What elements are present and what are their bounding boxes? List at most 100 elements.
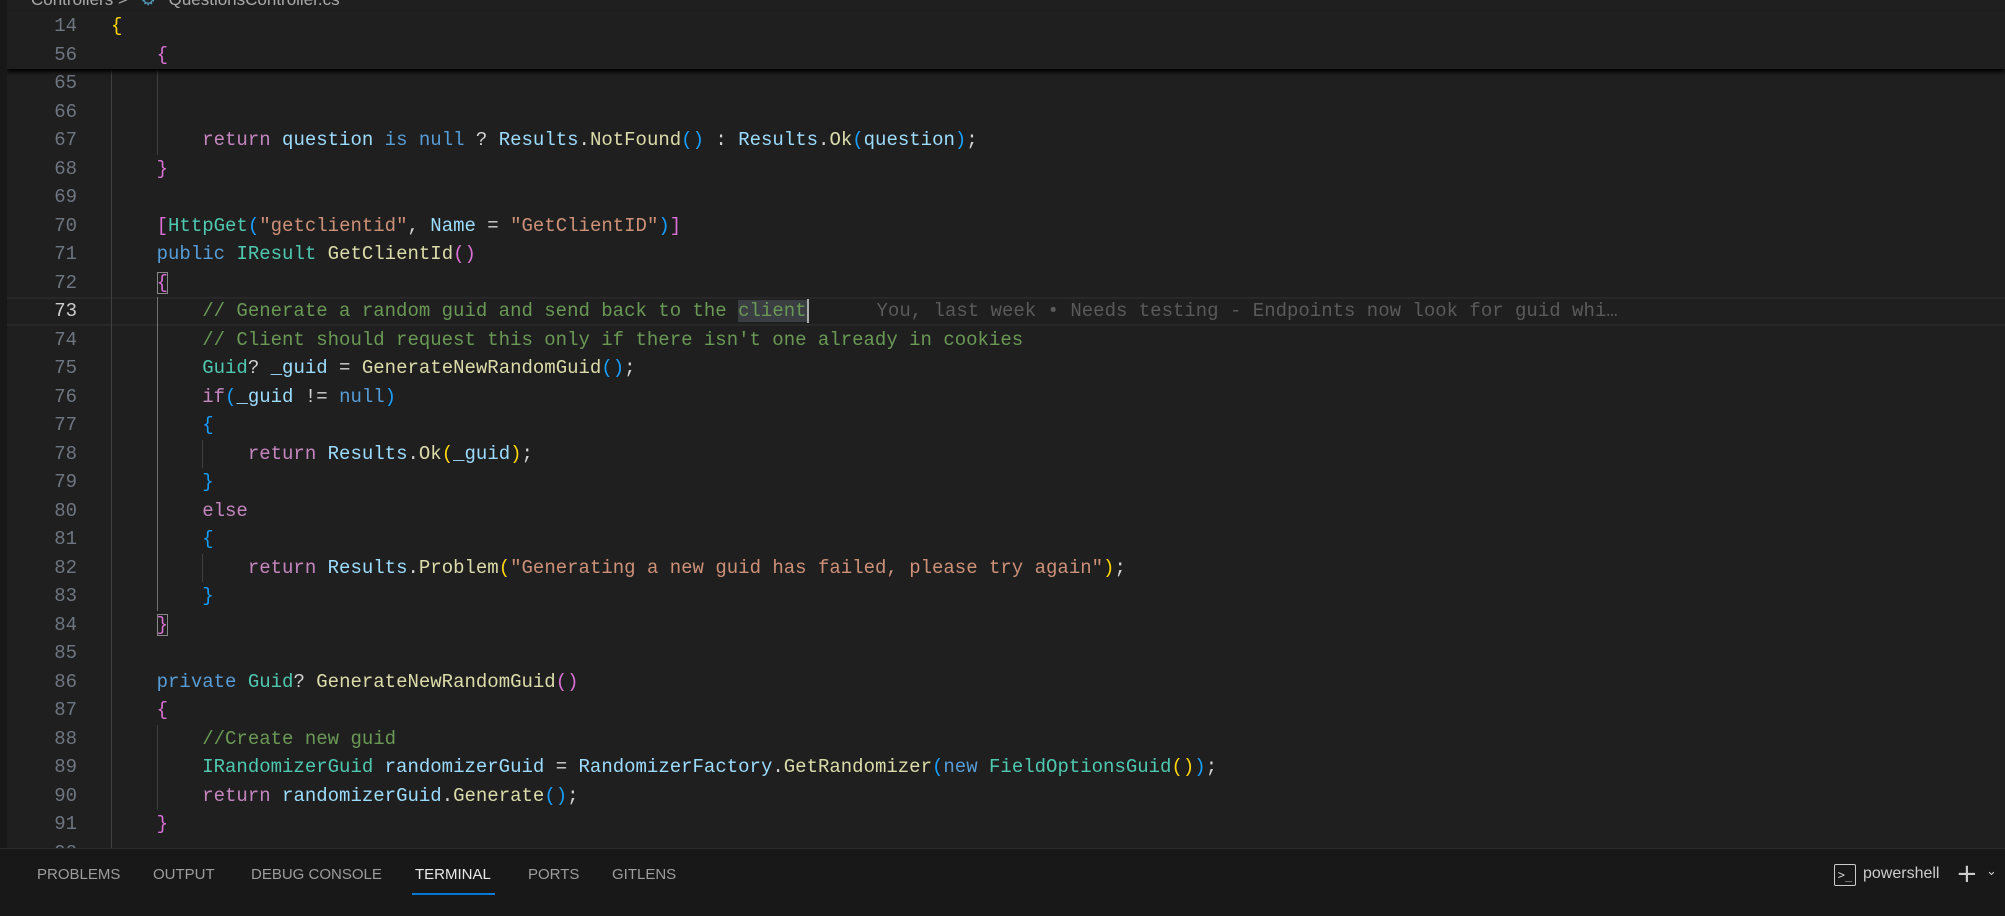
line-number[interactable]: 87 [7, 696, 77, 725]
code-line[interactable]: 77 { [7, 411, 2005, 440]
code-line[interactable]: 79 } [7, 468, 2005, 497]
line-number[interactable]: 75 [7, 354, 77, 383]
line-number[interactable]: 73 [7, 297, 77, 326]
code-line[interactable]: 65 [7, 69, 2005, 98]
code-line[interactable]: 84 } [7, 610, 2005, 640]
line-number[interactable]: 70 [7, 212, 77, 241]
code-text[interactable]: // Generate a random guid and send back … [111, 297, 1618, 326]
code-text[interactable]: } [111, 582, 213, 611]
terminal-icon[interactable]: >_ [1834, 864, 1856, 886]
line-number[interactable]: 79 [7, 468, 77, 497]
line-number[interactable]: 86 [7, 668, 77, 697]
code-line[interactable]: 66 [7, 97, 2005, 127]
code-line[interactable]: 70 [HttpGet("getclientid", Name = "GetCl… [7, 211, 2005, 241]
code-line[interactable]: 71 public IResult GetClientId() [7, 240, 2005, 269]
line-number[interactable]: 89 [7, 753, 77, 782]
code-text[interactable]: { [111, 696, 168, 725]
code-line[interactable]: 14 { [7, 12, 2005, 41]
line-number[interactable]: 65 [7, 69, 77, 98]
code-text[interactable]: { [111, 12, 122, 41]
line-number[interactable]: 78 [7, 440, 77, 469]
code-text[interactable]: Guid? _guid = GenerateNewRandomGuid(); [111, 354, 635, 383]
code-line[interactable]: 91 } [7, 810, 2005, 839]
line-number[interactable]: 77 [7, 411, 77, 440]
line-number[interactable]: 74 [7, 326, 77, 355]
panel-tab-terminal[interactable]: TERMINAL [415, 866, 491, 883]
code-line[interactable]: 56 { [7, 41, 2005, 70]
line-number[interactable]: 85 [7, 639, 77, 668]
panel-tab-ports[interactable]: PORTS [528, 866, 579, 883]
code-text[interactable]: return question is null ? Results.NotFou… [111, 126, 977, 155]
breadcrumb-folder[interactable]: Controllers [31, 0, 113, 9]
line-number[interactable]: 82 [7, 554, 77, 583]
line-number[interactable]: 88 [7, 725, 77, 754]
line-number[interactable]: 14 [7, 12, 77, 41]
line-number[interactable]: 66 [7, 98, 77, 127]
line-number[interactable]: 76 [7, 383, 77, 412]
line-number[interactable]: 71 [7, 240, 77, 269]
code-line[interactable]: 73 // Generate a random guid and send ba… [7, 297, 2005, 326]
line-number[interactable]: 69 [7, 183, 77, 212]
code-line[interactable]: 87 { [7, 696, 2005, 725]
code-line[interactable]: 76 if(_guid != null) [7, 382, 2005, 412]
code-text[interactable]: private Guid? GenerateNewRandomGuid() [111, 668, 579, 697]
code-line[interactable]: 83 } [7, 582, 2005, 611]
line-number[interactable]: 68 [7, 155, 77, 184]
line-number[interactable]: 56 [7, 41, 77, 70]
code-text[interactable]: [HttpGet("getclientid", Name = "GetClien… [111, 212, 682, 241]
code-text[interactable]: { [111, 411, 213, 440]
panel-tab-debug-console[interactable]: DEBUG CONSOLE [251, 866, 382, 883]
code-text[interactable]: else [111, 497, 248, 526]
line-number[interactable]: 80 [7, 497, 77, 526]
line-number[interactable]: 84 [7, 611, 77, 640]
code-text[interactable]: } [111, 611, 169, 640]
code-line[interactable]: 67 return question is null ? Results.Not… [7, 126, 2005, 155]
sticky-scroll[interactable]: 14 {56 { [7, 12, 2005, 69]
line-number[interactable]: 81 [7, 525, 77, 554]
code-text[interactable]: return Results.Problem("Generating a new… [111, 554, 1126, 583]
code-text[interactable]: } [111, 810, 168, 839]
code-text[interactable]: return randomizerGuid.Generate(); [111, 782, 578, 811]
code-line[interactable]: 82 return Results.Problem("Generating a … [7, 553, 2005, 583]
code-text[interactable]: IRandomizerGuid randomizerGuid = Randomi… [111, 753, 1217, 782]
line-number[interactable]: 92 [7, 839, 77, 849]
code-text[interactable]: { [111, 269, 169, 298]
line-number[interactable]: 83 [7, 582, 77, 611]
code-text[interactable]: if(_guid != null) [111, 383, 396, 412]
panel-tab-output[interactable]: OUTPUT [153, 866, 215, 883]
code-text[interactable]: } [111, 155, 168, 184]
code-line[interactable]: 90 return randomizerGuid.Generate(); [7, 781, 2005, 811]
line-number[interactable]: 72 [7, 269, 77, 298]
code-line[interactable]: 92 [7, 838, 2005, 849]
code-line[interactable]: 68 } [7, 154, 2005, 184]
code-line[interactable]: 89 IRandomizerGuid randomizerGuid = Rand… [7, 753, 2005, 782]
code-text[interactable]: return Results.Ok(_guid); [111, 440, 533, 469]
code-line[interactable]: 85 [7, 639, 2005, 668]
code-editor[interactable]: Controllers > ⚙ QuestionsController.cs 1… [7, 0, 2005, 848]
line-number[interactable]: 90 [7, 782, 77, 811]
plus-icon[interactable]: + [1956, 859, 1978, 889]
terminal-name[interactable]: powershell [1863, 865, 1939, 883]
line-number[interactable]: 67 [7, 126, 77, 155]
code-line[interactable]: 72 { [7, 268, 2005, 298]
code-line[interactable]: 80 else [7, 496, 2005, 526]
code-text[interactable]: } [111, 468, 213, 497]
code-text[interactable]: public IResult GetClientId() [111, 240, 476, 269]
line-number[interactable]: 91 [7, 810, 77, 839]
git-blame-annotation[interactable]: You, last week • Needs testing - Endpoin… [877, 300, 1618, 322]
code-line[interactable]: 86 private Guid? GenerateNewRandomGuid() [7, 667, 2005, 697]
code-line[interactable]: 88 //Create new guid [7, 724, 2005, 754]
code-line[interactable]: 81 { [7, 525, 2005, 554]
panel-tab-problems[interactable]: PROBLEMS [37, 866, 120, 883]
breadcrumb-file[interactable]: QuestionsController.cs [169, 0, 340, 9]
code-text[interactable]: // Client should request this only if th… [111, 326, 1023, 355]
code-text[interactable]: { [111, 41, 168, 70]
panel-tab-gitlens[interactable]: GITLENS [612, 866, 676, 883]
code-text[interactable]: { [111, 525, 213, 554]
chevron-down-icon[interactable]: ⌄ [1986, 864, 1997, 879]
code-line[interactable]: 78 return Results.Ok(_guid); [7, 439, 2005, 469]
code-text[interactable]: //Create new guid [111, 725, 396, 754]
code-line[interactable]: 75 Guid? _guid = GenerateNewRandomGuid()… [7, 354, 2005, 383]
code-line[interactable]: 69 [7, 183, 2005, 212]
code-line[interactable]: 74 // Client should request this only if… [7, 325, 2005, 355]
